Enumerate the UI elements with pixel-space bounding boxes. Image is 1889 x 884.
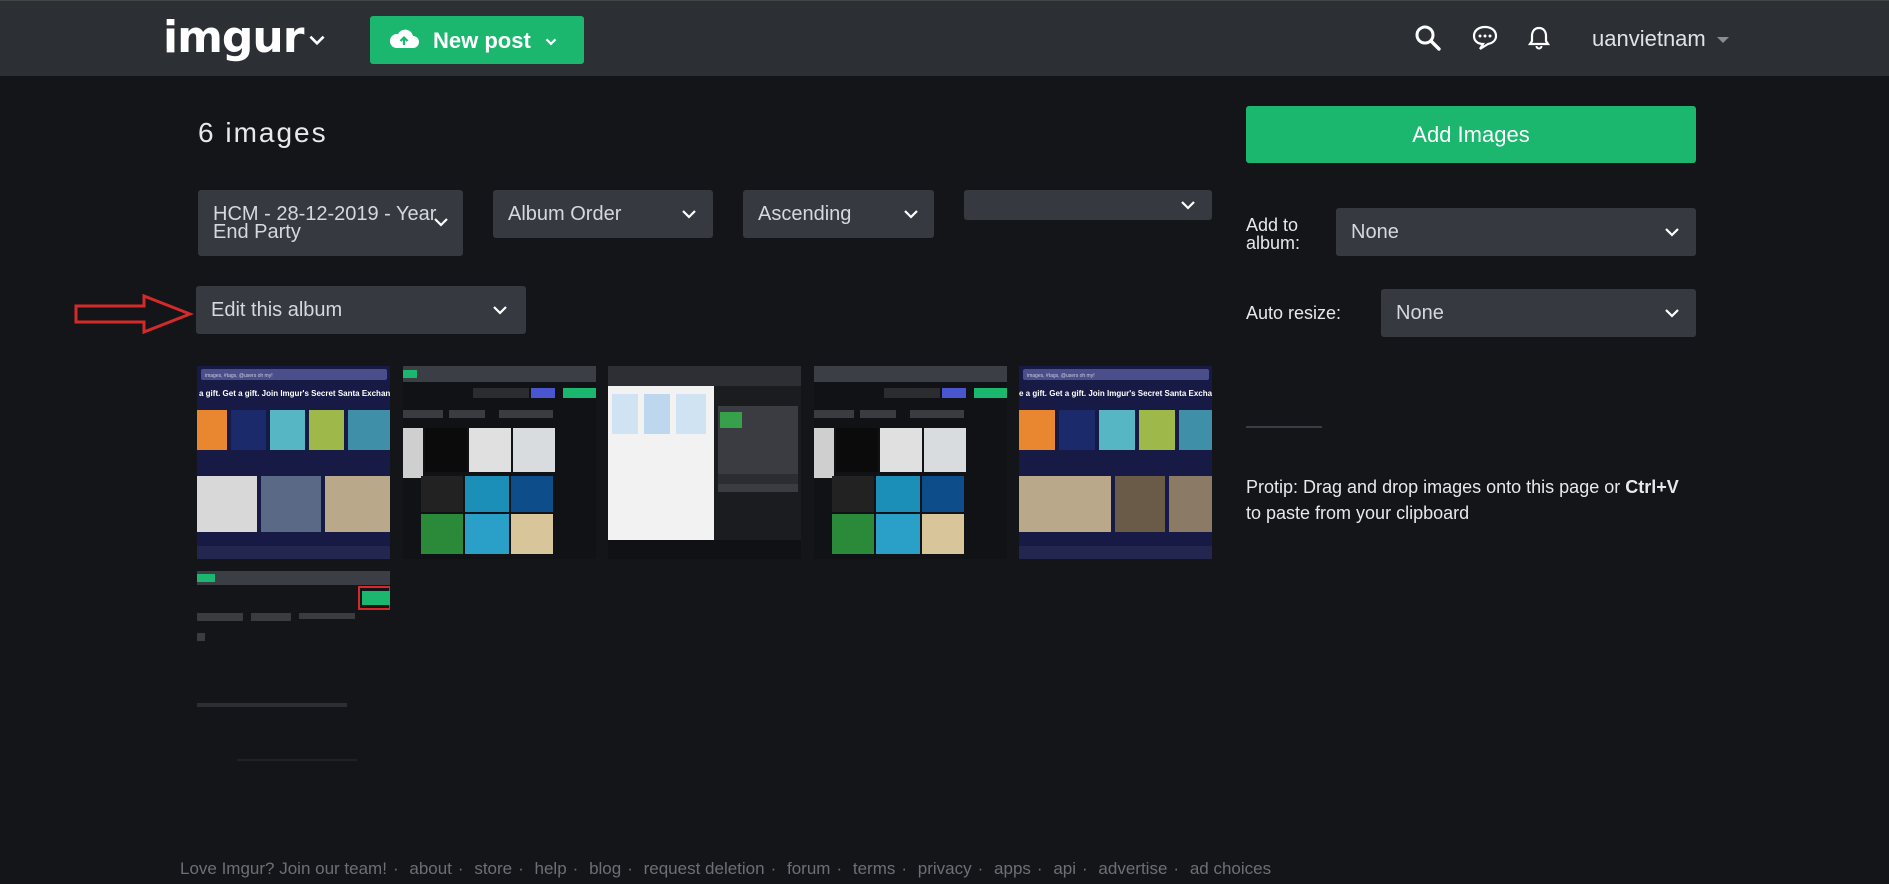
image-thumbnail[interactable]: images, #tags, @users oh my! a gift. Get… <box>197 366 390 559</box>
footer-link-privacy[interactable]: privacy <box>918 859 972 878</box>
caret-down-icon[interactable] <box>1717 37 1729 43</box>
bell-icon[interactable] <box>1524 23 1554 53</box>
imgur-logo[interactable]: imgur <box>163 13 304 63</box>
cloud-upload-icon <box>389 29 419 48</box>
thumbnail-banner-text: e a gift. Get a gift. Join Imgur's Secre… <box>1019 389 1212 398</box>
thumbnail-search-text: images, #tags, @users oh my! <box>1027 373 1095 379</box>
top-navigation-bar: imgur New post uanvietnam <box>0 0 1889 76</box>
sidebar-divider <box>1246 426 1322 428</box>
add-to-album-value: None <box>1351 221 1399 243</box>
auto-resize-value: None <box>1396 302 1444 324</box>
footer-link-api[interactable]: api <box>1053 859 1076 878</box>
username-menu[interactable]: uanvietnam <box>1592 25 1706 53</box>
album-select[interactable]: HCM - 28-12-2019 - Year End Party <box>198 190 463 256</box>
chevron-down-icon[interactable] <box>306 29 328 51</box>
footer-link-help[interactable]: help <box>535 859 567 878</box>
chevron-down-icon <box>493 306 507 315</box>
footer-link-ad-choices[interactable]: ad choices <box>1190 859 1271 878</box>
footer-link-advertise[interactable]: advertise <box>1098 859 1167 878</box>
search-icon[interactable] <box>1413 23 1443 53</box>
footer-link-apps[interactable]: apps <box>994 859 1031 878</box>
add-images-button[interactable]: Add Images <box>1246 106 1696 163</box>
chevron-down-icon <box>1665 309 1679 318</box>
chevron-down-icon <box>1665 228 1679 237</box>
chevron-down-icon <box>545 38 557 46</box>
order-select[interactable]: Ascending <box>743 190 934 238</box>
thumbnail-search-text: images, #tags, @users oh my! <box>205 373 273 379</box>
protip-shortcut: Ctrl+V <box>1625 477 1679 497</box>
chevron-down-icon <box>682 210 696 219</box>
sort-select[interactable]: Album Order <box>493 190 713 238</box>
chevron-down-icon <box>434 218 448 227</box>
order-select-value: Ascending <box>758 203 852 225</box>
chat-bubble-icon[interactable] <box>1470 23 1500 53</box>
image-thumbnail[interactable] <box>403 366 596 559</box>
thumbnail-banner-text: a gift. Get a gift. Join Imgur's Secret … <box>199 389 390 398</box>
chevron-down-icon <box>1181 201 1195 210</box>
sort-select-value: Album Order <box>508 203 622 225</box>
footer-link-store[interactable]: store <box>474 859 512 878</box>
image-thumbnail[interactable]: images, #tags, @users oh my! e a gift. G… <box>1019 366 1212 559</box>
album-select-value: HCM - 28-12-2019 - Year End Party <box>213 203 437 243</box>
edit-album-select[interactable]: Edit this album <box>196 286 526 334</box>
footer-link-request-deletion[interactable]: request deletion <box>644 859 765 878</box>
annotation-arrow-icon <box>74 294 194 334</box>
image-thumbnail[interactable] <box>608 366 801 559</box>
protip-suffix: to paste from your clipboard <box>1246 503 1470 523</box>
footer-link-join[interactable]: Love Imgur? Join our team! <box>180 859 387 878</box>
chevron-down-icon <box>904 210 918 219</box>
protip-prefix: Protip: Drag and drop images onto this p… <box>1246 477 1621 497</box>
new-post-button[interactable]: New post <box>370 16 584 64</box>
auto-resize-label: Auto resize: <box>1246 303 1342 323</box>
footer-link-forum[interactable]: forum <box>787 859 830 878</box>
footer-link-about[interactable]: about <box>409 859 452 878</box>
extra-select[interactable] <box>964 190 1212 220</box>
footer-link-terms[interactable]: terms <box>853 859 896 878</box>
image-count-heading: 6 images <box>198 117 328 148</box>
add-to-album-label: Add to album: <box>1246 215 1301 253</box>
image-thumbnail[interactable] <box>814 366 1007 559</box>
edit-album-select-value: Edit this album <box>211 299 343 321</box>
add-to-album-select[interactable]: None <box>1336 208 1696 256</box>
footer-link-blog[interactable]: blog <box>589 859 621 878</box>
auto-resize-select[interactable]: None <box>1381 289 1696 337</box>
image-thumbnail[interactable] <box>197 571 390 764</box>
footer-links: Love Imgur? Join our team! · about · store… <box>180 859 1272 878</box>
new-post-label: New post <box>433 28 531 53</box>
protip-text: Protip: Drag and drop images onto this p… <box>1246 474 1686 526</box>
